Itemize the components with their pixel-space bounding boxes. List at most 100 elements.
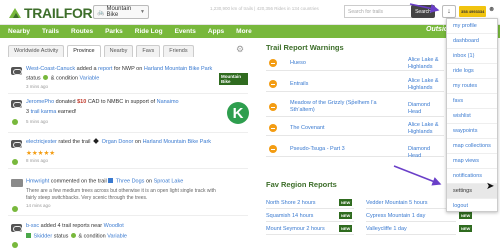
fav-region-item[interactable]: Cypress Mountain 1 day bbox=[366, 211, 456, 222]
menu-item-waypoints[interactable]: waypoints bbox=[447, 124, 497, 139]
tab-province[interactable]: Province bbox=[67, 45, 101, 57]
menu-item-my-profile[interactable]: my profile bbox=[447, 19, 497, 34]
avatar[interactable] bbox=[11, 179, 23, 187]
menu-item-ride-logs[interactable]: ride logs bbox=[447, 64, 497, 79]
fav-region-item[interactable]: Squamish 14 hours NEW bbox=[266, 211, 354, 222]
feed-text: b-ssc added 4 trail reports near Woodlot bbox=[26, 223, 124, 229]
warning-row[interactable]: Hueso Alice Lake & Highlands bbox=[266, 55, 444, 71]
activity-select[interactable]: 🚲 Mountain Bike ▼ bbox=[93, 5, 149, 19]
menu-item-wishlist[interactable]: wishlist bbox=[447, 109, 497, 124]
search-input[interactable]: Search for trails bbox=[344, 5, 414, 18]
nav-item-apps[interactable]: Apps bbox=[208, 28, 224, 35]
fav-region-count: 14 hours bbox=[292, 213, 314, 219]
place-link[interactable]: Woodlot bbox=[104, 223, 124, 229]
nav-item-events[interactable]: Events bbox=[175, 28, 196, 35]
user-link[interactable]: JeromePho bbox=[26, 99, 54, 105]
menu-item-map-collections[interactable]: map collections bbox=[447, 139, 497, 154]
place-link[interactable]: Harland Mountain Bike Park bbox=[144, 66, 212, 72]
warning-row[interactable]: Pseudo-Tsuga - Part 3 Diamond Head bbox=[266, 141, 444, 159]
karma-rest: earned! bbox=[57, 109, 77, 115]
place-link[interactable]: Nanaimo bbox=[157, 99, 179, 105]
fav-region-link[interactable]: Valleycliffe bbox=[366, 226, 392, 232]
fav-region-item[interactable]: Vedder Mountain 5 hours bbox=[366, 198, 456, 209]
feed-action: added a bbox=[76, 66, 97, 72]
user-link[interactable]: Hmwright bbox=[26, 179, 49, 185]
warning-region-link[interactable]: Diamond Head bbox=[408, 146, 444, 159]
warning-region-link[interactable]: Alice Lake & Highlands bbox=[408, 122, 444, 135]
condition-label: & condition bbox=[50, 75, 78, 82]
gear-icon[interactable]: ⚙ bbox=[236, 44, 244, 55]
mouse-cursor-icon: ➤ bbox=[486, 181, 495, 192]
fav-region-count: 1 day bbox=[411, 213, 426, 219]
user-link[interactable]: b-ssc bbox=[26, 223, 39, 229]
fav-region-item[interactable]: Mount Seymour 2 hours NEW bbox=[266, 224, 354, 235]
trail-link[interactable]: Organ Donor bbox=[102, 139, 134, 145]
menu-item-inbox[interactable]: inbox (1) bbox=[447, 49, 497, 64]
trail-link[interactable]: Three Dogs bbox=[116, 179, 145, 185]
tab-worldwide[interactable]: Worldwide Activity bbox=[8, 45, 65, 57]
place-link[interactable]: Harland Mountain Bike Park bbox=[143, 139, 211, 145]
menu-item-favs[interactable]: favs bbox=[447, 94, 497, 109]
warning-trail-link[interactable]: Hueso bbox=[290, 60, 306, 66]
tab-favs[interactable]: Favs bbox=[136, 45, 161, 57]
status-label: status bbox=[53, 233, 69, 240]
nav-item-routes[interactable]: Routes bbox=[71, 28, 93, 35]
fav-region-link[interactable]: Vedder Mountain bbox=[366, 200, 408, 206]
difficulty-blue-icon bbox=[108, 178, 114, 183]
status-ok-icon bbox=[12, 119, 18, 125]
warning-region-link[interactable]: Alice Lake & Highlands bbox=[408, 57, 444, 70]
person-icon[interactable]: ☻ bbox=[488, 6, 495, 13]
nav-item-nearby[interactable]: Nearby bbox=[8, 28, 30, 35]
nav-item-more[interactable]: More bbox=[236, 28, 252, 35]
warnings-title: Trail Report Warnings bbox=[266, 43, 344, 52]
fav-region-count: 2 hours bbox=[297, 200, 316, 206]
nav-item-trails[interactable]: Trails bbox=[42, 28, 59, 35]
warning-trail-link[interactable]: Meadow of the Grizzly (Sp̓elhem l’a Sth’… bbox=[290, 100, 390, 114]
karma-line: 3 trail karma earned! bbox=[26, 109, 76, 115]
warning-trail-link[interactable]: Entrails bbox=[290, 81, 308, 87]
trail-link[interactable]: Skidder bbox=[34, 234, 53, 240]
warning-trail-link[interactable]: The Covenant bbox=[290, 125, 325, 131]
menu-item-map-views[interactable]: map views bbox=[447, 154, 497, 169]
user-menu-button[interactable]: ↓ bbox=[442, 5, 456, 18]
place-link[interactable]: Sproat Lake bbox=[154, 179, 184, 185]
avatar[interactable] bbox=[11, 224, 22, 232]
fav-region-item[interactable]: Valleycliffe 1 day bbox=[366, 224, 456, 235]
menu-item-logout[interactable]: logout bbox=[447, 199, 497, 214]
tab-friends[interactable]: Friends bbox=[163, 45, 194, 57]
fav-region-link[interactable]: Mount Seymour bbox=[266, 226, 305, 232]
nav-item-parks[interactable]: Parks bbox=[105, 28, 123, 35]
condition-link[interactable]: Variable bbox=[80, 76, 100, 82]
feed-prep: on bbox=[145, 178, 153, 185]
karma-link[interactable]: trail karma bbox=[31, 109, 57, 115]
user-link[interactable]: West-Coast-Canuck bbox=[26, 66, 75, 72]
fav-region-item[interactable]: North Shore 2 hours NEW bbox=[266, 198, 354, 209]
warning-trail-link[interactable]: Pseudo-Tsuga - Part 3 bbox=[290, 146, 345, 152]
warning-row[interactable]: Entrails Alice Lake & Highlands bbox=[266, 76, 444, 92]
warning-region-link[interactable]: Diamond Head bbox=[408, 102, 444, 115]
fav-region-link[interactable]: Cypress Mountain bbox=[366, 213, 410, 219]
warning-icon bbox=[269, 59, 277, 67]
fav-region-link[interactable]: Squamish bbox=[266, 213, 290, 219]
fav-region-count: 5 hours bbox=[409, 200, 428, 206]
avatar[interactable] bbox=[11, 67, 22, 75]
warning-row[interactable]: Meadow of the Grizzly (Sp̓elhem l’a Sth’… bbox=[266, 97, 444, 117]
warning-row[interactable]: The Covenant Alice Lake & Highlands bbox=[266, 120, 444, 136]
nmbc-logo[interactable]: K bbox=[227, 102, 249, 124]
fav-region-link[interactable]: North Shore bbox=[266, 200, 296, 206]
avatar[interactable] bbox=[11, 140, 22, 148]
user-link[interactable]: electricjester bbox=[26, 139, 57, 145]
warning-region-link[interactable]: Alice Lake & Highlands bbox=[408, 78, 444, 91]
status-ok-icon bbox=[12, 159, 18, 165]
feed-status: Skidder status & condition Variable bbox=[26, 233, 127, 240]
nav-item-ride-log[interactable]: Ride Log bbox=[135, 28, 163, 35]
warning-icon bbox=[269, 80, 277, 88]
search-button[interactable]: Search bbox=[411, 5, 435, 18]
menu-item-my-routes[interactable]: my routes bbox=[447, 79, 497, 94]
avatar[interactable] bbox=[11, 100, 22, 108]
report-link[interactable]: report bbox=[98, 66, 112, 72]
rating-stars: ★★★★★ bbox=[26, 150, 56, 157]
condition-link[interactable]: Variable bbox=[107, 234, 127, 240]
tab-nearby[interactable]: Nearby bbox=[103, 45, 134, 57]
menu-item-dashboard[interactable]: dashboard bbox=[447, 34, 497, 49]
